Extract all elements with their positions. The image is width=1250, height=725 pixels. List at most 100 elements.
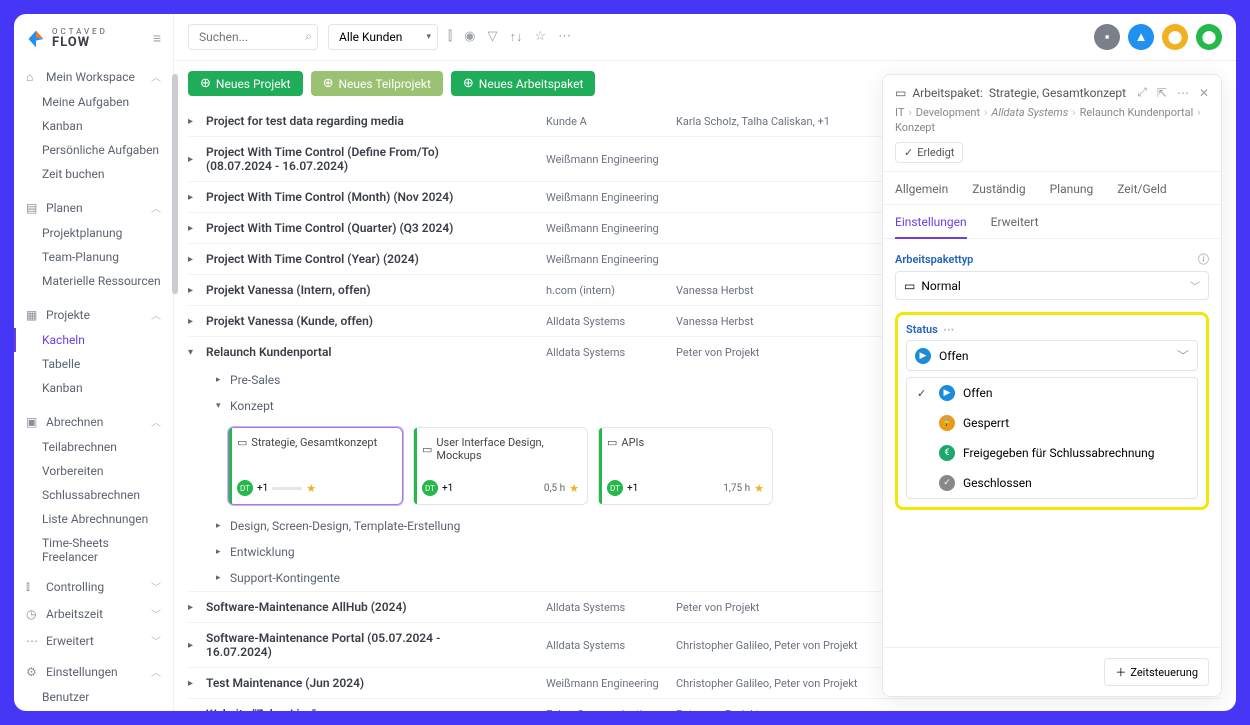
check-icon: ✓ <box>917 387 931 400</box>
folder-button[interactable]: ▪ <box>1094 24 1120 50</box>
warning-button[interactable]: ⬤ <box>1162 24 1188 50</box>
chevron-down-icon: ﹀ <box>1177 347 1189 364</box>
nav-projekte[interactable]: ▦Projekte︿ <box>14 301 173 328</box>
new-workpackage-button[interactable]: ⊕Neues Arbeitspaket <box>451 71 596 96</box>
eye-icon[interactable]: ◉ <box>464 29 475 45</box>
chevron-right-icon[interactable]: ▸ <box>188 285 206 296</box>
lock-icon: 🔒 <box>939 415 955 431</box>
nav-tiles[interactable]: Kacheln <box>14 328 173 352</box>
nav-project-planning[interactable]: Projektplanung <box>14 221 173 245</box>
nav-users[interactable]: Benutzer <box>14 685 173 709</box>
panel-title: Strategie, Gesamtkonzept <box>989 86 1126 100</box>
chevron-right-icon[interactable]: ▸ <box>188 116 206 127</box>
nav-controlling[interactable]: ⫾Controlling﹀ <box>14 573 173 600</box>
status-option-label: Gesperrt <box>963 416 1009 430</box>
sliders-icon[interactable]: ⫿ <box>448 29 452 45</box>
tab-time-money[interactable]: Zeit/Geld <box>1117 182 1166 204</box>
search-input[interactable] <box>188 24 318 50</box>
tab-general[interactable]: Allgemein <box>895 182 948 204</box>
chevron-down-icon[interactable]: ▾ <box>188 347 206 358</box>
nav-customers[interactable]: Kunden <box>14 709 173 711</box>
project-customer: Weißmann Engineering <box>546 253 676 266</box>
box-icon: ▭ <box>607 436 617 449</box>
project-row[interactable]: ▸ Website "Zebra Live" Zebra Communicati… <box>188 698 1222 711</box>
sidebar: OCTAVEDFLOW ≡ ⌂Mein Workspace︿ Meine Auf… <box>14 14 174 711</box>
nav-planen[interactable]: ▤Planen︿ <box>14 194 173 221</box>
filter-icon[interactable]: ▽ <box>488 29 498 45</box>
close-icon[interactable]: ✕ <box>1199 86 1209 100</box>
chevron-right-icon[interactable]: ▸ <box>188 254 206 265</box>
nav-timesheets[interactable]: Time-Sheets Freelancer <box>14 531 173 569</box>
nav-arbeitszeit[interactable]: ◷Arbeitszeit﹀ <box>14 600 173 627</box>
nav-abrechnen[interactable]: ▣Abrechnen︿ <box>14 408 173 435</box>
workpackage-card[interactable]: ▭ Strategie, Gesamtkonzept DT +1 ★ <box>228 427 403 505</box>
tab-settings[interactable]: Einstellungen <box>895 215 967 239</box>
chevron-right-icon[interactable]: ▸ <box>188 192 206 203</box>
logo: OCTAVEDFLOW ≡ <box>14 14 173 59</box>
star-icon[interactable]: ☆ <box>535 29 547 45</box>
status-option-label: Offen <box>963 386 992 400</box>
project-customer: Zebra Communications <box>546 708 676 712</box>
time-control-button[interactable]: ＋Zeitsteuerung <box>1104 658 1209 686</box>
status-option-label: Freigegeben für Schlussabrechnung <box>963 446 1154 460</box>
tab-responsible[interactable]: Zuständig <box>972 182 1025 204</box>
new-subproject-button[interactable]: ⊕Neues Teilprojekt <box>311 71 443 96</box>
new-project-button[interactable]: ⊕Neues Projekt <box>188 71 303 96</box>
project-name: Website "Zebra Live" <box>206 707 506 711</box>
expand-icon[interactable]: ⤢ <box>1137 85 1147 100</box>
nav-workspace[interactable]: ⌂Mein Workspace︿ <box>14 63 173 90</box>
chevron-right-icon[interactable]: ▸ <box>188 154 206 165</box>
nav-personal-tasks[interactable]: Persönliche Aufgaben <box>14 138 173 162</box>
status-option[interactable]: € Freigegeben für Schlussabrechnung <box>907 438 1197 468</box>
menu-toggle-icon[interactable]: ≡ <box>153 30 161 47</box>
status-option[interactable]: 🔒 Gesperrt <box>907 408 1197 438</box>
chevron-right-icon[interactable]: ▸ <box>188 709 206 712</box>
customer-filter[interactable]: Alle Kunden▾ <box>328 24 438 50</box>
nav-kanban2[interactable]: Kanban <box>14 376 173 400</box>
done-chip[interactable]: ✓Erledigt <box>895 142 963 163</box>
wp-type-label: Arbeitspakettypⓘ <box>895 251 1209 267</box>
nav-kanban[interactable]: Kanban <box>14 114 173 138</box>
tab-advanced[interactable]: Erweitert <box>991 215 1039 238</box>
project-name: Projekt Vanessa (Intern, offen) <box>206 283 506 297</box>
sort-icon[interactable]: ↑↓ <box>510 29 523 45</box>
workpackage-card[interactable]: ▭ User Interface Design, Mockups DT +1 0… <box>413 427 588 505</box>
project-name: Projekt Vanessa (Kunde, offen) <box>206 314 506 328</box>
panel-more-icon[interactable]: ⋯ <box>1177 86 1189 100</box>
nav-billing-list[interactable]: Liste Abrechnungen <box>14 507 173 531</box>
nav-team-planning[interactable]: Team-Planung <box>14 245 173 269</box>
star-icon: ★ <box>306 482 316 495</box>
search-icon: ⌕ <box>305 29 312 44</box>
project-customer: Alldata Systems <box>546 639 676 652</box>
check-icon: ✓ <box>904 146 913 159</box>
workpackage-card[interactable]: ▭ APIs DT +1 1,75 h ★ <box>598 427 773 505</box>
nav-erweitert[interactable]: ⋯Erweitert﹀ <box>14 627 173 654</box>
nav-prepare[interactable]: Vorbereiten <box>14 459 173 483</box>
chevron-right-icon[interactable]: ▸ <box>188 640 206 651</box>
chevron-right-icon[interactable]: ▸ <box>188 602 206 613</box>
nav-resources[interactable]: Materielle Ressourcen <box>14 269 173 293</box>
chevron-right-icon[interactable]: ▸ <box>188 678 206 689</box>
chevron-right-icon[interactable]: ▸ <box>188 223 206 234</box>
status-option[interactable]: ✓ ▶ Offen <box>907 378 1197 408</box>
status-option-label: Geschlossen <box>963 476 1032 490</box>
wp-type-select[interactable]: ▭ Normal ﹀ <box>895 271 1209 300</box>
project-customer: Alldata Systems <box>546 315 676 328</box>
more-icon[interactable]: ⋯ <box>558 29 571 45</box>
nav-my-tasks[interactable]: Meine Aufgaben <box>14 90 173 114</box>
nav-einstellungen[interactable]: ⚙Einstellungen︿ <box>14 658 173 685</box>
avatar: DT <box>422 480 438 496</box>
notification-button[interactable]: ▲ <box>1128 24 1154 50</box>
nav-final-billing[interactable]: Schlussabrechnen <box>14 483 173 507</box>
status-button[interactable]: ⬤ <box>1196 24 1222 50</box>
nav-partial-billing[interactable]: Teilabrechnen <box>14 435 173 459</box>
chevron-right-icon[interactable]: ▸ <box>188 316 206 327</box>
nav-book-time[interactable]: Zeit buchen <box>14 162 173 186</box>
status-option[interactable]: ✓ Geschlossen <box>907 468 1197 498</box>
status-select[interactable]: ▶ Offen ﹀ <box>906 340 1198 371</box>
tab-planning[interactable]: Planung <box>1050 182 1094 204</box>
pin-icon[interactable]: ⇱ <box>1157 86 1167 100</box>
project-name: Project With Time Control (Year) (2024) <box>206 252 506 266</box>
help-icon[interactable]: ⓘ <box>1198 251 1209 267</box>
nav-table[interactable]: Tabelle <box>14 352 173 376</box>
